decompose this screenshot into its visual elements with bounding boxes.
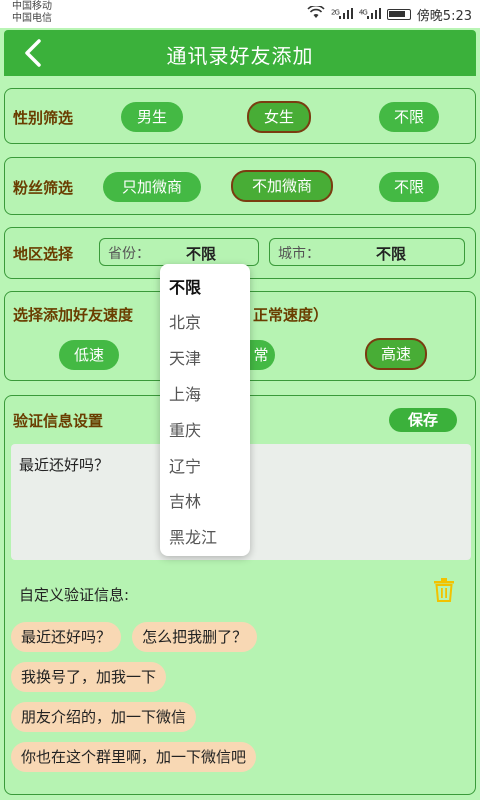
signal-icon-2: 4G <box>358 7 381 22</box>
province-option-beijing[interactable]: 北京 <box>169 309 201 333</box>
carrier-2: 中国电信 <box>12 13 52 24</box>
gender-option-female[interactable]: 女生 <box>247 101 311 133</box>
province-option-tianjin[interactable]: 天津 <box>169 345 201 369</box>
province-field-label: 省份： <box>108 246 150 262</box>
city-field-value: 不限 <box>376 245 407 263</box>
fans-option-no-merchants[interactable]: 不加微商 <box>231 170 333 202</box>
page-title: 通讯录好友添加 <box>166 44 314 68</box>
region-label: 地区选择 <box>13 245 74 263</box>
signal-1-label: 2G <box>331 7 340 16</box>
province-option-jilin[interactable]: 吉林 <box>169 488 201 512</box>
preset-chip-2[interactable]: 怎么把我删了？ <box>132 622 258 652</box>
preset-chip-4[interactable]: 朋友介绍的，加一下微信 <box>11 702 197 732</box>
gender-filter-card: 性别筛选 男生 女生 不限 <box>4 88 476 144</box>
province-option-chongqing[interactable]: 重庆 <box>169 417 201 441</box>
speed-option-high[interactable]: 高速 <box>365 338 427 370</box>
preset-chip-3[interactable]: 我换号了，加我一下 <box>11 662 167 692</box>
signal-2-label: 4G <box>358 7 368 16</box>
province-option-liaoning[interactable]: 辽宁 <box>169 453 201 477</box>
save-button[interactable]: 保存 <box>389 408 457 432</box>
province-select[interactable]: 省份： 不限 <box>99 238 259 266</box>
province-dropdown: 不限 北京 天津 上海 重庆 辽宁 吉林 黑龙江 <box>160 264 250 556</box>
signal-icon-1: 2G <box>331 7 353 22</box>
city-field-label: 城市： <box>278 246 320 262</box>
fans-option-any[interactable]: 不限 <box>379 172 439 202</box>
wifi-icon <box>307 4 325 23</box>
city-select[interactable]: 城市： 不限 <box>269 238 465 266</box>
province-option-shanghai[interactable]: 上海 <box>169 381 201 405</box>
gender-option-male[interactable]: 男生 <box>121 102 183 132</box>
gender-option-any[interactable]: 不限 <box>379 102 439 132</box>
preset-chip-1[interactable]: 最近还好吗？ <box>11 622 122 652</box>
custom-verify-label: 自定义验证信息: <box>19 586 130 604</box>
status-icons: 2G 4G 傍晚5:23 <box>307 4 472 24</box>
gender-filter-label: 性别筛选 <box>13 109 74 127</box>
speed-label: 选择添加好友速度 <box>13 306 134 324</box>
trash-icon[interactable] <box>433 578 455 602</box>
preset-chip-list: 最近还好吗？ 怎么把我删了？ 我换号了，加我一下 朋友介绍的，加一下微信 你也在… <box>11 622 471 782</box>
status-bar: 中国移动 中国电信 2G 4G 傍晚5:23 <box>0 0 480 28</box>
province-field-value: 不限 <box>186 245 217 263</box>
province-option-any[interactable]: 不限 <box>169 274 201 298</box>
status-time: 傍晚5:23 <box>416 9 472 24</box>
speed-current-label: 正常速度） <box>253 306 329 324</box>
province-option-heilongjiang[interactable]: 黑龙江 <box>169 524 217 548</box>
preset-chip-5[interactable]: 你也在这个群里啊，加一下微信吧 <box>11 742 257 772</box>
speed-option-low[interactable]: 低速 <box>59 340 119 370</box>
carrier-1: 中国移动 <box>12 1 52 12</box>
fans-filter-label: 粉丝筛选 <box>13 179 74 197</box>
carrier-info: 中国移动 中国电信 <box>12 1 52 25</box>
nav-bar: 通讯录好友添加 <box>4 30 476 76</box>
verify-label: 验证信息设置 <box>13 412 104 430</box>
fans-option-only-merchants[interactable]: 只加微商 <box>103 172 201 202</box>
fans-filter-card: 粉丝筛选 只加微商 不加微商 不限 <box>4 157 476 215</box>
battery-icon <box>386 9 411 20</box>
